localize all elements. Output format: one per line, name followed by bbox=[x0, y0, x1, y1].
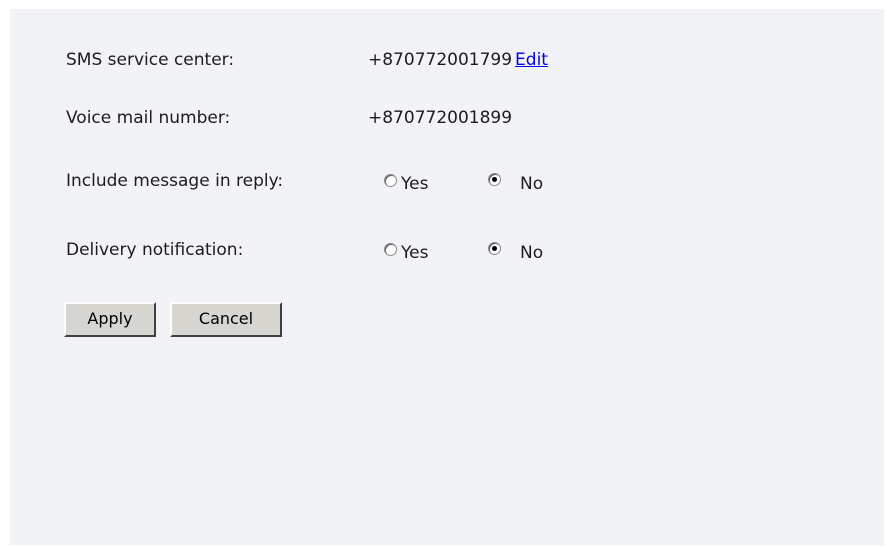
sms-service-center-value-wrap: +870772001799 Edit bbox=[368, 50, 548, 70]
include-message-yes-label: Yes bbox=[401, 174, 429, 194]
sms-service-center-value: +870772001799 bbox=[368, 50, 513, 70]
edit-sms-service-center-link[interactable]: Edit bbox=[515, 50, 548, 70]
include-message-no-radio[interactable] bbox=[488, 173, 501, 186]
delivery-notification-no-radio[interactable] bbox=[488, 242, 501, 255]
delivery-notification-label: Delivery notification: bbox=[66, 240, 244, 260]
voice-mail-number-label: Voice mail number: bbox=[66, 108, 231, 128]
include-message-yes-radio[interactable] bbox=[384, 174, 397, 187]
sms-service-center-label: SMS service center: bbox=[66, 50, 235, 70]
delivery-notification-no-label: No bbox=[520, 243, 544, 263]
cancel-button[interactable]: Cancel bbox=[170, 302, 282, 337]
apply-button[interactable]: Apply bbox=[64, 302, 156, 337]
include-message-no-label: No bbox=[520, 174, 544, 194]
voice-mail-number-value: +870772001899 bbox=[368, 108, 513, 128]
delivery-notification-yes-label: Yes bbox=[401, 243, 429, 263]
include-message-label: Include message in reply: bbox=[66, 171, 284, 191]
delivery-notification-yes-radio[interactable] bbox=[384, 243, 397, 256]
settings-panel bbox=[10, 9, 884, 545]
